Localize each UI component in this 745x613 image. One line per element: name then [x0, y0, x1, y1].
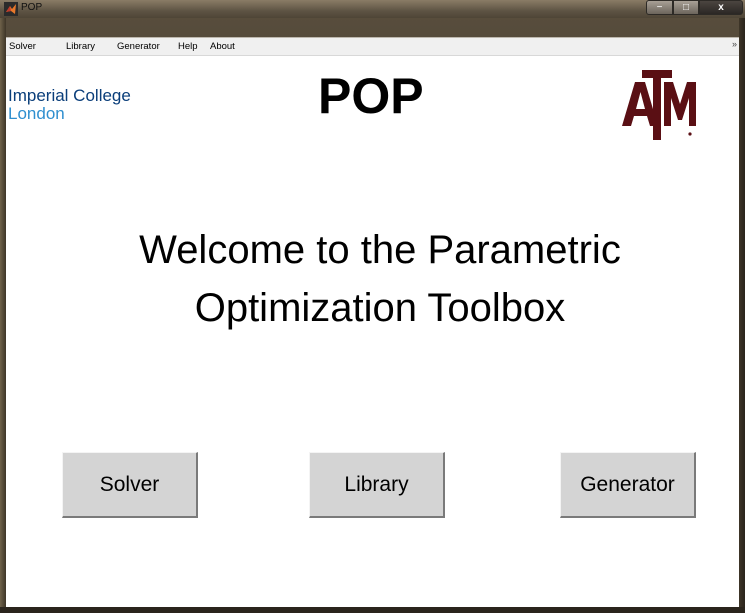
menu-library[interactable]: Library	[66, 41, 95, 52]
welcome-line-1: Welcome to the Parametric	[139, 228, 621, 272]
maximize-button[interactable]: □	[673, 0, 699, 15]
library-button[interactable]: Library	[309, 452, 445, 518]
window-frame-bottom	[0, 607, 745, 613]
close-button[interactable]: x	[699, 0, 743, 15]
menu-generator[interactable]: Generator	[117, 41, 160, 52]
solver-button[interactable]: Solver	[62, 452, 198, 518]
window-controls: − □ x	[646, 0, 743, 16]
application-window: POP − □ x Solver Library Generator Help …	[0, 0, 745, 613]
window-title: POP	[21, 2, 43, 13]
imperial-logo-line1: Imperial College	[8, 86, 131, 105]
menu-overflow-icon[interactable]: »	[732, 39, 737, 49]
menu-solver[interactable]: Solver	[9, 41, 36, 52]
menu-bar: Solver Library Generator Help About »	[6, 38, 739, 56]
generator-button[interactable]: Generator	[560, 452, 696, 518]
minimize-button[interactable]: −	[646, 0, 673, 15]
texas-am-logo	[622, 70, 696, 140]
welcome-line-2: Optimization Toolbox	[194, 286, 566, 330]
imperial-logo-line2: London	[8, 104, 65, 123]
menu-help[interactable]: Help	[178, 41, 198, 52]
menu-about[interactable]: About	[210, 41, 235, 52]
window-frame-right	[739, 18, 745, 613]
title-bar[interactable]: POP − □ x	[0, 0, 745, 18]
matlab-icon	[4, 2, 18, 16]
app-title: POP	[318, 68, 424, 124]
